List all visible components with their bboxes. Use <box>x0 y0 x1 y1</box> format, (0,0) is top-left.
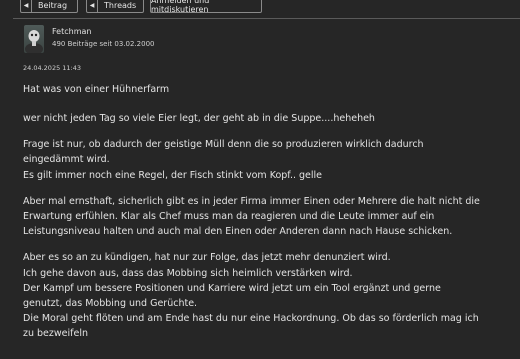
post-line: zu bezweifeln <box>23 328 88 340</box>
avatar[interactable] <box>24 25 44 53</box>
post-line: Die Moral geht flöten und am Ende hast d… <box>23 313 479 325</box>
post-body: wer nicht jeden Tag so viele Eier legt, … <box>23 111 515 353</box>
author-post-count: 490 Beiträge seit 03.02.2000 <box>52 40 155 48</box>
arrow-left-icon: ◀ <box>87 0 98 12</box>
threads-label: Threads <box>104 0 137 10</box>
post-line: Frage ist nur, ob dadurch der geistige M… <box>23 139 424 151</box>
post-paragraph: Frage ist nur, ob dadurch der geistige M… <box>23 137 515 183</box>
avatar-figure-icon <box>25 30 43 53</box>
post-date[interactable]: 24.04.2025 11:43 <box>23 64 81 72</box>
post-paragraph: wer nicht jeden Tag so viele Eier legt, … <box>23 111 515 126</box>
post-line: wer nicht jeden Tag so viele Eier legt, … <box>23 113 375 124</box>
login-label: Anmelden und mitdiskutieren <box>151 0 210 14</box>
divider <box>13 18 520 19</box>
login-button[interactable]: Anmelden und mitdiskutieren <box>150 0 262 14</box>
author-name[interactable]: Fetchman <box>52 27 91 36</box>
post-title: Hat was von einer Hühnerfarm <box>23 84 170 95</box>
post-line: Es gilt immer noch eine Regel, der Fisch… <box>23 169 323 181</box>
previous-post-label: Beitrag <box>38 0 68 10</box>
post-line: Ich gehe davon aus, dass das Mobbing sic… <box>23 267 353 279</box>
post-line: Leistungsniveau halten und auch mal den … <box>23 226 453 238</box>
post-line: Aber mal ernsthaft, sicherlich gibt es i… <box>23 195 480 207</box>
threads-button[interactable]: ◀ Threads <box>86 0 144 13</box>
arrow-left-icon: ◀ <box>21 0 32 12</box>
post-line: genutzt, das Mobbing und Gerüchte. <box>23 298 198 310</box>
post-toolbar: ◀ Beitrag ◀ Threads Anmelden und mitdisk… <box>0 0 520 16</box>
post-paragraph: Aber es so an zu kündigen, hat nur zur F… <box>23 250 515 341</box>
post-line: eingedämmt wird. <box>23 154 110 166</box>
post-paragraph: Aber mal ernsthaft, sicherlich gibt es i… <box>23 194 515 240</box>
post-line: Erwartung erfühlen. Klar als Chef muss m… <box>23 211 435 223</box>
previous-post-button[interactable]: ◀ Beitrag <box>20 0 78 13</box>
post-line: Aber es so an zu kündigen, hat nur zur F… <box>23 252 391 264</box>
post-line: Der Kampf um bessere Positionen und Karr… <box>23 282 441 294</box>
